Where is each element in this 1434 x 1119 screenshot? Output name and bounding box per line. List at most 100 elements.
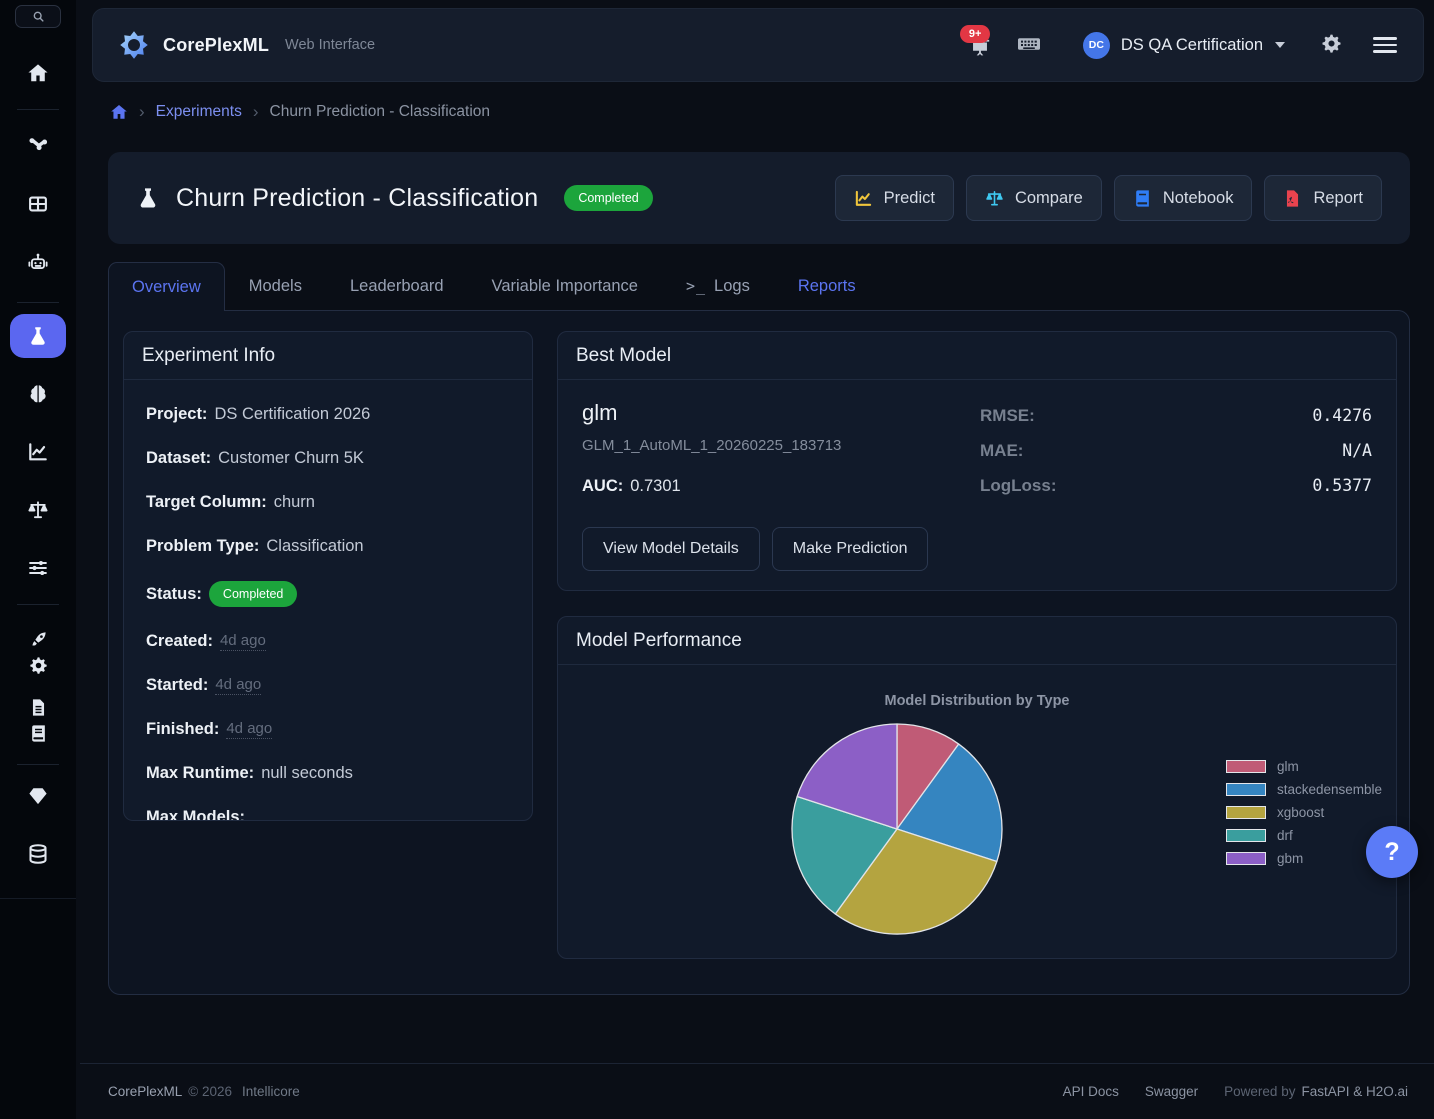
status-badge: Completed [564,185,652,211]
info-row-finished: Finished: 4d ago [146,720,510,739]
sidebar-item-storage[interactable] [26,842,50,866]
best-model-auc: AUC:0.7301 [582,477,980,496]
sidebar-bottom-divider [0,898,76,899]
chart-line-icon [854,189,873,208]
info-value: null seconds [261,764,353,783]
info-row-dataset: Dataset:Customer Churn 5K [146,449,510,468]
footer: CorePlexML © 2026 Intellicore API Docs S… [80,1063,1434,1119]
sidebar-item-documents[interactable] [26,695,50,719]
tab-label: Logs [714,277,750,296]
sidebar-item-deployments[interactable] [26,627,50,651]
user-name: DS QA Certification [1121,36,1263,55]
legend-item-gbm[interactable]: gbm [1226,851,1382,866]
settings-button[interactable] [1321,33,1345,57]
rocket-icon [29,630,48,649]
info-row-created: Created:4d ago [146,632,510,651]
metric-label: LogLoss: [980,476,1057,496]
pie-chart-title: Model Distribution by Type [558,693,1396,709]
sidebar-item-monitoring[interactable] [26,440,50,464]
view-model-details-button[interactable]: View Model Details [582,527,760,571]
home-icon[interactable] [110,103,128,121]
sidebar-search-button[interactable] [15,5,61,28]
breadcrumb-link-experiments[interactable]: Experiments [156,103,242,121]
predict-button-label: Predict [884,189,935,208]
sidebar-item-home[interactable] [26,61,50,85]
top-bar: CorePlexML Web Interface 9+ DC DS QA Cer… [92,8,1424,82]
brain-icon [27,383,49,405]
predict-button[interactable]: Predict [835,175,954,221]
info-label: Target Column: [146,493,267,512]
footer-link-api-docs[interactable]: API Docs [1063,1084,1119,1099]
make-prediction-button[interactable]: Make Prediction [772,527,929,571]
sidebar-item-settings-sliders[interactable] [26,556,50,580]
notebook-button-label: Notebook [1163,189,1234,208]
info-label: Dataset: [146,449,211,468]
notifications-button[interactable]: 9+ [969,33,995,57]
tab-reports[interactable]: Reports [774,262,880,310]
sidebar-item-datasets[interactable] [26,192,50,216]
tab-bar: Overview Models Leaderboard Variable Imp… [108,262,1410,310]
info-label: Project: [146,405,207,424]
footer-link-swagger[interactable]: Swagger [1145,1084,1198,1099]
sidebar [0,0,76,1119]
best-model-name: glm [582,400,980,426]
sidebar-divider [17,764,59,765]
hamburger-menu-icon[interactable] [1373,33,1397,57]
info-value-relative-time: 4d ago [226,720,272,739]
sidebar-item-compare[interactable] [26,498,50,522]
card-title: Best Model [558,332,1396,380]
sidebar-item-models[interactable] [26,382,50,406]
info-label: Max Runtime: [146,764,254,783]
user-avatar: DC [1083,32,1110,59]
report-button[interactable]: Report [1264,175,1382,221]
legend-item-stackedensemble[interactable]: stackedensemble [1226,782,1382,797]
tab-models[interactable]: Models [225,262,326,310]
book-icon [29,724,48,743]
powered-value: FastAPI & H2O.ai [1301,1084,1408,1099]
scale-icon [27,499,49,521]
tab-leaderboard[interactable]: Leaderboard [326,262,468,310]
sidebar-divider [17,109,59,110]
legend-item-glm[interactable]: glm [1226,759,1382,774]
footer-copyright: © 2026 [188,1084,232,1099]
sidebar-item-resources[interactable] [26,784,50,808]
tab-label: Variable Importance [492,277,638,296]
brand-logo-icon [119,30,149,60]
page-header-panel: Churn Prediction - Classification Comple… [108,152,1410,244]
info-value: DS Certification 2026 [214,405,370,424]
metric-row-rmse: RMSE:0.4276 [980,406,1372,426]
database-icon [27,843,49,865]
tab-variable-importance[interactable]: Variable Importance [468,262,662,310]
model-performance-card: Model Performance Model Distribution by … [557,616,1397,959]
sidebar-item-notebooks[interactable] [26,721,50,745]
info-value-relative-time: 4d ago [215,676,261,695]
notebook-button[interactable]: Notebook [1114,175,1253,221]
info-row-max-models: Max Models: [146,808,510,821]
help-button[interactable]: ? [1366,826,1418,878]
legend-label: drf [1277,828,1293,843]
tab-overview[interactable]: Overview [108,262,225,311]
legend-item-drf[interactable]: drf [1226,828,1382,843]
home-icon [27,62,49,84]
info-label: Finished: [146,720,219,739]
breadcrumb: › Experiments › Churn Prediction - Class… [110,100,1410,124]
sidebar-item-experiments[interactable] [10,314,66,358]
user-menu-button[interactable]: DC DS QA Certification [1073,24,1295,67]
legend-item-xgboost[interactable]: xgboost [1226,805,1382,820]
sidebar-item-automl[interactable] [26,250,50,274]
experiment-info-body: Project: DS Certification 2026 Dataset:Cu… [124,380,532,821]
share-nodes-icon [27,135,49,157]
chart-line-icon [27,441,49,463]
footer-company-link[interactable]: Intellicore [242,1084,300,1099]
card-title: Experiment Info [124,332,532,380]
sidebar-item-projects[interactable] [26,134,50,158]
legend-swatch [1226,852,1266,865]
overview-panel: Experiment Info Project: DS Certification… [108,310,1410,995]
info-value: Classification [266,537,363,556]
compare-button[interactable]: Compare [966,175,1102,221]
keyboard-shortcuts-button[interactable] [1017,32,1043,58]
tab-logs[interactable]: >_Logs [662,262,774,310]
sidebar-item-operations[interactable] [26,653,50,677]
model-performance-body: Model Distribution by Type glm stackedens… [558,665,1396,959]
compare-button-label: Compare [1015,189,1083,208]
